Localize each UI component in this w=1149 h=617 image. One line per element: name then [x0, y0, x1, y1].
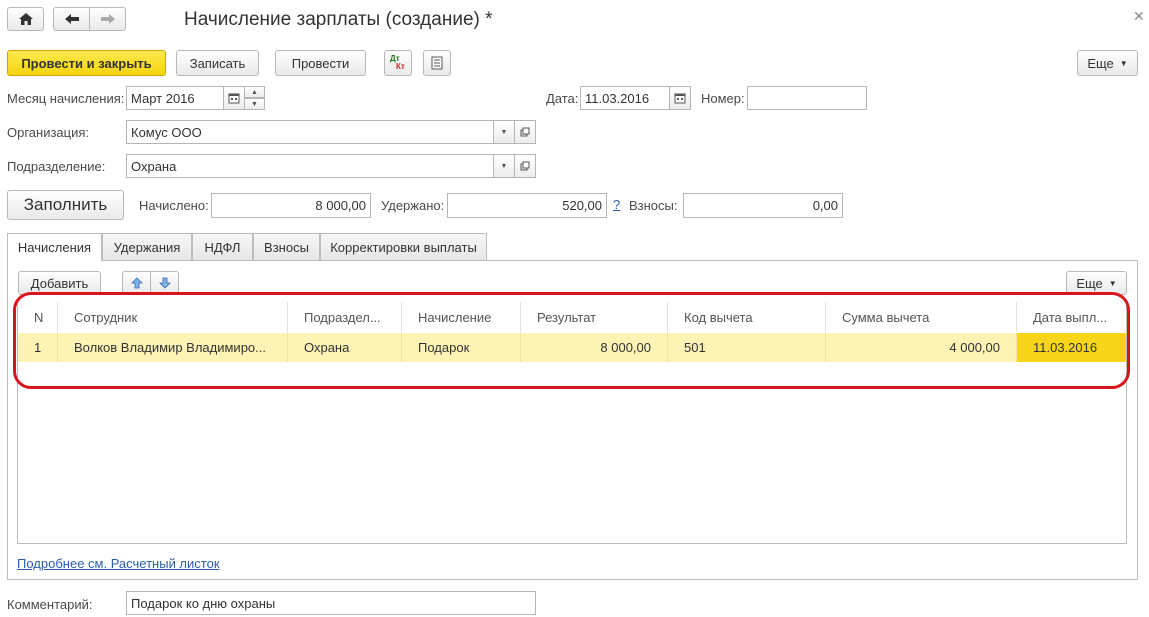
arrow-left-icon	[64, 14, 79, 24]
department-dropdown-button[interactable]: ▼	[493, 154, 515, 178]
home-button[interactable]	[7, 7, 44, 31]
calendar-icon	[674, 93, 686, 104]
tab-accruals[interactable]: Начисления	[7, 233, 102, 261]
column-header-department[interactable]: Подраздел...	[288, 302, 402, 332]
comment-label: Комментарий:	[7, 597, 93, 612]
open-link-icon	[520, 127, 530, 137]
page-title: Начисление зарплаты (создание) *	[184, 9, 493, 30]
organization-label: Организация:	[7, 125, 90, 140]
back-button[interactable]	[53, 7, 90, 31]
cell-accrual: Подарок	[402, 333, 521, 362]
payslip-link[interactable]: Подробнее см. Расчетный листок	[17, 556, 220, 571]
tab-payment-corrections[interactable]: Корректировки выплаты	[320, 233, 487, 260]
number-label: Номер:	[701, 91, 745, 106]
comment-input[interactable]: Подарок ко дню охраны	[126, 591, 536, 615]
column-header-employee[interactable]: Сотрудник	[58, 302, 288, 332]
dropdown-arrow-icon: ▼	[500, 162, 508, 170]
organization-open-button[interactable]	[514, 120, 536, 144]
cell-deduction-code: 501	[668, 333, 826, 362]
move-down-button[interactable]	[150, 271, 179, 295]
calendar-button[interactable]	[223, 86, 245, 110]
report-button[interactable]	[423, 50, 451, 76]
accrued-field: 8 000,00	[211, 193, 371, 218]
tab-ndfl[interactable]: НДФЛ	[192, 233, 253, 260]
department-open-button[interactable]	[514, 154, 536, 178]
tab-withholdings[interactable]: Удержания	[102, 233, 192, 260]
column-header-deduction-amount[interactable]: Сумма вычета	[826, 302, 1017, 332]
dropdown-arrow-icon: ▼	[1119, 58, 1128, 68]
home-icon	[18, 13, 33, 25]
department-input[interactable]: Охрана	[126, 154, 494, 178]
close-icon[interactable]: ✕	[1133, 8, 1145, 25]
month-input[interactable]: Март 2016	[126, 86, 224, 110]
dropdown-arrow-icon: ▼	[1108, 278, 1117, 288]
save-button[interactable]: Записать	[176, 50, 259, 76]
organization-input[interactable]: Комус ООО	[126, 120, 494, 144]
month-label: Месяц начисления:	[7, 91, 125, 106]
dt-kt-icon: Дт Кт	[390, 54, 405, 71]
column-header-deduction-code[interactable]: Код вычета	[668, 302, 826, 332]
dropdown-arrow-icon: ▼	[500, 128, 508, 136]
open-link-icon	[520, 161, 530, 171]
cell-department: Охрана	[288, 333, 402, 362]
date-label: Дата:	[546, 91, 579, 106]
month-spin-up[interactable]: ▲	[244, 86, 265, 98]
arrow-down-icon	[158, 277, 171, 289]
accrued-label: Начислено:	[139, 198, 209, 213]
column-header-n[interactable]: N	[18, 302, 58, 332]
cell-employee: Волков Владимир Владимиро...	[58, 333, 288, 362]
dt-kt-button[interactable]: Дт Кт	[384, 50, 412, 76]
column-header-payment-date[interactable]: Дата выпл...	[1017, 302, 1126, 332]
post-button[interactable]: Провести	[275, 50, 366, 76]
column-header-accrual[interactable]: Начисление	[402, 302, 521, 332]
table-more-button[interactable]: Еще ▼	[1066, 271, 1127, 295]
withheld-help-link[interactable]: ?	[613, 197, 620, 212]
contributions-label: Взносы:	[629, 198, 678, 213]
cell-deduction-amount: 4 000,00	[826, 333, 1017, 362]
number-input[interactable]	[747, 86, 867, 110]
column-header-result[interactable]: Результат	[521, 302, 668, 332]
withheld-field: 520,00	[447, 193, 607, 218]
fill-button[interactable]: Заполнить	[7, 190, 124, 220]
date-calendar-button[interactable]	[669, 86, 691, 110]
move-up-button[interactable]	[122, 271, 151, 295]
document-icon	[431, 56, 443, 70]
arrow-right-icon	[100, 14, 115, 24]
withheld-label: Удержано:	[381, 198, 445, 213]
forward-button[interactable]	[89, 7, 126, 31]
calendar-icon	[228, 93, 240, 104]
contributions-field: 0,00	[683, 193, 843, 218]
department-label: Подразделение:	[7, 159, 106, 174]
tab-contributions[interactable]: Взносы	[253, 233, 320, 260]
more-button[interactable]: Еще ▼	[1077, 50, 1138, 76]
cell-n: 1	[18, 333, 58, 362]
organization-dropdown-button[interactable]: ▼	[493, 120, 515, 144]
month-spin-down[interactable]: ▼	[244, 98, 265, 110]
post-and-close-button[interactable]: Провести и закрыть	[7, 50, 166, 76]
arrow-up-icon	[130, 277, 143, 289]
cell-result: 8 000,00	[521, 333, 668, 362]
cell-payment-date[interactable]: 11.03.2016	[1017, 333, 1126, 362]
date-input[interactable]: 11.03.2016	[580, 86, 670, 110]
add-button[interactable]: Добавить	[18, 271, 101, 295]
